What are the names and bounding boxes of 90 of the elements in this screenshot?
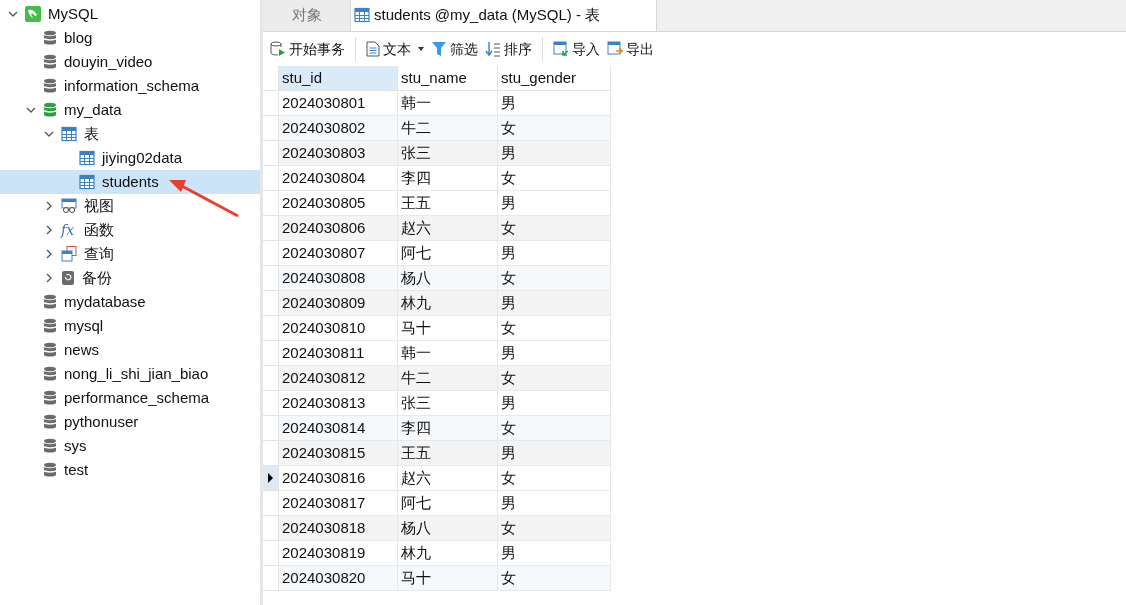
database-play-icon xyxy=(270,41,286,57)
table-icon xyxy=(79,150,95,166)
query-icon xyxy=(61,246,77,262)
database-icon xyxy=(43,102,57,118)
backup-icon xyxy=(61,270,75,286)
row-indicator[interactable] xyxy=(263,466,278,491)
tree-label: 查询 xyxy=(84,243,114,264)
function-icon: fx xyxy=(61,222,77,238)
database-icon xyxy=(43,30,57,46)
database-icon xyxy=(43,294,57,310)
tree-label: MySQL xyxy=(48,3,98,24)
tree-item[interactable]: mysql xyxy=(0,314,260,338)
tree-label: my_data xyxy=(64,99,122,120)
tree-item[interactable]: news xyxy=(0,338,260,362)
table-cell: 马十 xyxy=(398,566,498,591)
tree-item[interactable]: fx 函数 xyxy=(0,218,260,242)
tree-item[interactable]: 表 xyxy=(0,122,260,146)
database-icon xyxy=(43,54,57,70)
database-icon xyxy=(43,78,57,94)
tree-label: performance_schema xyxy=(64,387,210,408)
chevron-right-icon[interactable] xyxy=(44,249,54,259)
tree-label: 备份 xyxy=(82,267,112,288)
tree-label: mysql xyxy=(64,315,104,336)
tree-item[interactable]: nong_li_shi_jian_biao xyxy=(0,362,260,386)
tree-label: sys xyxy=(64,435,87,456)
chevron-down-icon[interactable] xyxy=(44,129,54,139)
table-cell: 女 xyxy=(498,566,611,591)
table-export-icon xyxy=(607,41,623,57)
chevron-down-icon[interactable] xyxy=(26,105,36,115)
tree-item[interactable]: MySQL xyxy=(0,2,260,26)
column-header[interactable]: stu_gender xyxy=(498,66,611,91)
tree-label: students xyxy=(102,171,159,192)
table-cell: 2024030820 xyxy=(279,566,398,591)
tree-item[interactable]: douyin_video xyxy=(0,50,260,74)
tree-item[interactable]: students xyxy=(0,170,260,194)
table-icon xyxy=(354,7,370,23)
toolbar-button[interactable]: 文本 xyxy=(365,36,425,62)
sort-icon xyxy=(485,41,501,57)
tree-item[interactable]: 查询 xyxy=(0,242,260,266)
toolbar-button[interactable]: 排序 xyxy=(484,36,533,62)
database-icon xyxy=(43,342,57,358)
chevron-right-icon[interactable] xyxy=(44,273,54,283)
tree-label: 视图 xyxy=(84,195,114,216)
tree-label: pythonuser xyxy=(64,411,139,432)
tree-label: 表 xyxy=(84,123,99,144)
column-header[interactable]: stu_id xyxy=(279,66,398,91)
tree-item[interactable]: blog xyxy=(0,26,260,50)
tree-item[interactable]: sys xyxy=(0,434,260,458)
tree-item[interactable]: test xyxy=(0,458,260,482)
tree-label: jiying02data xyxy=(102,147,183,168)
tree-item[interactable]: information_schema xyxy=(0,74,260,98)
column-header[interactable]: stu_name xyxy=(398,66,498,91)
database-icon xyxy=(43,462,57,478)
tree-item[interactable]: mydatabase xyxy=(0,290,260,314)
tree-item[interactable]: 视图 xyxy=(0,194,260,218)
chevron-down-icon[interactable] xyxy=(8,9,18,19)
tree-item[interactable]: performance_schema xyxy=(0,386,260,410)
tab[interactable]: students @my_data (MySQL) - 表 xyxy=(351,0,657,31)
tree-label: blog xyxy=(64,27,93,48)
tree-label: information_schema xyxy=(64,75,200,96)
tree-label: test xyxy=(64,459,89,480)
document-icon xyxy=(366,41,380,57)
table-icon xyxy=(61,126,77,142)
tree-label: nong_li_shi_jian_biao xyxy=(64,363,209,384)
database-icon xyxy=(43,390,57,406)
chevron-right-icon[interactable] xyxy=(44,225,54,235)
database-icon xyxy=(43,318,57,334)
database-icon xyxy=(43,438,57,454)
database-icon xyxy=(43,366,57,382)
table-icon xyxy=(79,174,95,190)
toolbar-button[interactable]: 开始事务 xyxy=(269,36,346,62)
view-icon xyxy=(61,198,77,214)
toolbar-button[interactable]: 筛选 xyxy=(430,36,479,62)
current-row-icon xyxy=(268,473,273,483)
filter-icon xyxy=(431,41,447,57)
tree-item[interactable]: 备份 xyxy=(0,266,260,290)
tree-item[interactable]: pythonuser xyxy=(0,410,260,434)
tree-item[interactable]: jiying02data xyxy=(0,146,260,170)
tree-label: news xyxy=(64,339,100,360)
tree-label: 函数 xyxy=(84,219,114,240)
tree-label: douyin_video xyxy=(64,51,153,72)
database-icon xyxy=(43,414,57,430)
toolbar-button[interactable]: 导入 xyxy=(552,36,601,62)
chevron-right-icon[interactable] xyxy=(44,201,54,211)
table-import-icon xyxy=(553,41,569,57)
toolbar-button[interactable]: 导出 xyxy=(606,36,655,62)
tree-label: mydatabase xyxy=(64,291,146,312)
tree-item[interactable]: my_data xyxy=(0,98,260,122)
tab[interactable]: 对象 xyxy=(263,0,351,31)
dolphin-logo-icon xyxy=(25,6,41,22)
